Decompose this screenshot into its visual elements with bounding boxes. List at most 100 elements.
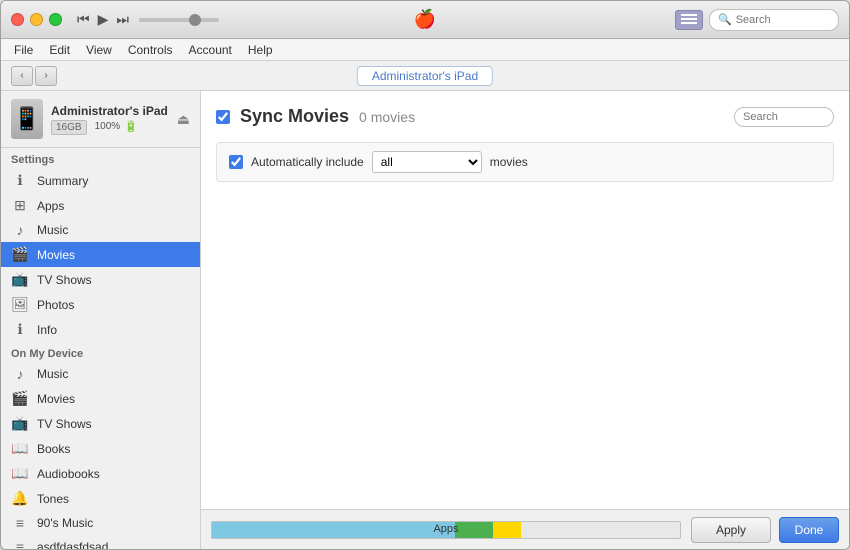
storage-bar: Apps bbox=[211, 521, 681, 539]
menu-edit[interactable]: Edit bbox=[41, 43, 78, 57]
sidebar-item-label: Apps bbox=[37, 199, 64, 213]
sidebar-item-d-asdfdas[interactable]: ≡ asdfdasfdsad bbox=[1, 535, 200, 549]
itunes-window: ⏮ ▶ ⏭ 🍎 🔍 File Edit bbox=[0, 0, 850, 550]
content-body: Sync Movies 0 movies Automatically inclu… bbox=[201, 91, 849, 509]
info-icon: ℹ bbox=[11, 321, 29, 338]
view-toggle: 🔍 bbox=[675, 9, 839, 31]
photos-icon: 🖼 bbox=[11, 296, 29, 313]
sidebar-item-d-tvshows[interactable]: 📺 TV Shows bbox=[1, 411, 200, 436]
sidebar-item-d-90smusic[interactable]: ≡ 90's Music bbox=[1, 511, 200, 535]
search-icon: 🔍 bbox=[718, 13, 732, 26]
storage-label: Apps bbox=[433, 523, 458, 535]
title-bar: ⏮ ▶ ⏭ 🍎 🔍 bbox=[1, 1, 849, 39]
apps-icon: ⊞ bbox=[11, 197, 29, 214]
auto-include-label: Automatically include bbox=[251, 155, 364, 169]
menu-account[interactable]: Account bbox=[181, 43, 240, 57]
sidebar-item-movies[interactable]: 🎬 Movies bbox=[1, 242, 200, 267]
sidebar-item-label: Music bbox=[37, 367, 68, 381]
sidebar-item-photos[interactable]: 🖼 Photos bbox=[1, 292, 200, 317]
sidebar-item-label: Books bbox=[37, 442, 70, 456]
d-music-icon: ♪ bbox=[11, 366, 29, 382]
main-area: 📱 Administrator's iPad 16GB 100% 🔋 ⏏ Set… bbox=[1, 91, 849, 549]
search-movies-input[interactable] bbox=[734, 107, 834, 127]
content-area: Sync Movies 0 movies Automatically inclu… bbox=[201, 91, 849, 549]
play-button[interactable]: ▶ bbox=[98, 11, 109, 28]
nav-arrows: ‹ › bbox=[11, 66, 57, 86]
d-audiobooks-icon: 📖 bbox=[11, 465, 29, 482]
sidebar-item-tvshows[interactable]: 📺 TV Shows bbox=[1, 267, 200, 292]
sidebar-item-info[interactable]: ℹ Info bbox=[1, 317, 200, 342]
list-view-button[interactable] bbox=[675, 10, 703, 30]
sidebar-item-label: Audiobooks bbox=[37, 467, 100, 481]
device-info: 📱 Administrator's iPad 16GB 100% 🔋 ⏏ bbox=[1, 91, 200, 148]
menu-help[interactable]: Help bbox=[240, 43, 281, 57]
bottom-bar: Apps Apply Done bbox=[201, 509, 849, 549]
summary-icon: ℹ bbox=[11, 172, 29, 189]
menu-file[interactable]: File bbox=[6, 43, 41, 57]
next-button[interactable]: ⏭ bbox=[116, 11, 129, 28]
storage-segment-other bbox=[493, 522, 521, 538]
d-asdfdas-icon: ≡ bbox=[11, 539, 29, 549]
sidebar-item-d-books[interactable]: 📖 Books bbox=[1, 436, 200, 461]
search-box[interactable]: 🔍 bbox=[709, 9, 839, 31]
eject-icon[interactable]: ⏏ bbox=[177, 111, 190, 128]
device-tab[interactable]: Administrator's iPad bbox=[357, 66, 493, 86]
nav-bar: ‹ › Administrator's iPad bbox=[1, 61, 849, 91]
battery-indicator: 100% bbox=[95, 121, 121, 132]
auto-include-select[interactable]: all 1 most recent 2 most recent 3 most r… bbox=[372, 151, 482, 173]
forward-button[interactable]: › bbox=[35, 66, 57, 86]
auto-suffix: movies bbox=[490, 155, 528, 169]
prev-button[interactable]: ⏮ bbox=[77, 11, 90, 28]
progress-track bbox=[139, 18, 219, 22]
menu-view[interactable]: View bbox=[78, 43, 120, 57]
sidebar-item-music[interactable]: ♪ Music bbox=[1, 218, 200, 242]
on-my-device-label: On My Device bbox=[1, 342, 200, 362]
window-controls bbox=[11, 13, 62, 26]
sidebar-item-summary[interactable]: ℹ Summary bbox=[1, 168, 200, 193]
sync-title: Sync Movies bbox=[240, 106, 349, 127]
sync-checkbox[interactable] bbox=[216, 110, 230, 124]
progress-thumb bbox=[189, 14, 201, 26]
sidebar-item-label: Tones bbox=[37, 492, 69, 506]
search-input[interactable] bbox=[736, 14, 836, 26]
storage-segment-apps bbox=[212, 522, 455, 538]
close-button[interactable] bbox=[11, 13, 24, 26]
sidebar-item-d-tones[interactable]: 🔔 Tones bbox=[1, 486, 200, 511]
battery-icon: 🔋 bbox=[124, 120, 138, 133]
sync-count: 0 movies bbox=[359, 109, 415, 125]
sidebar-item-label: Photos bbox=[37, 298, 74, 312]
sidebar-item-apps[interactable]: ⊞ Apps bbox=[1, 193, 200, 218]
sidebar-item-d-audiobooks[interactable]: 📖 Audiobooks bbox=[1, 461, 200, 486]
sidebar-item-label: Summary bbox=[37, 174, 88, 188]
sidebar-item-label: Movies bbox=[37, 248, 75, 262]
playback-controls: ⏮ ▶ ⏭ bbox=[77, 11, 129, 28]
done-button[interactable]: Done bbox=[779, 517, 839, 543]
back-button[interactable]: ‹ bbox=[11, 66, 33, 86]
sidebar-item-label: TV Shows bbox=[37, 273, 92, 287]
d-tvshows-icon: 📺 bbox=[11, 415, 29, 432]
minimize-button[interactable] bbox=[30, 13, 43, 26]
apple-logo: 🍎 bbox=[414, 9, 436, 30]
progress-bar-area[interactable] bbox=[139, 18, 219, 22]
sync-header: Sync Movies 0 movies bbox=[216, 106, 834, 127]
tvshows-icon: 📺 bbox=[11, 271, 29, 288]
music-icon: ♪ bbox=[11, 222, 29, 238]
sidebar-item-label: Info bbox=[37, 323, 57, 337]
sidebar-item-label: asdfdasfdsad bbox=[37, 540, 108, 549]
sidebar-item-label: Music bbox=[37, 223, 68, 237]
storage-segment-music bbox=[455, 522, 492, 538]
sidebar-item-d-music[interactable]: ♪ Music bbox=[1, 362, 200, 386]
sidebar-item-d-movies[interactable]: 🎬 Movies bbox=[1, 386, 200, 411]
storage-segment-free bbox=[521, 522, 680, 538]
menu-controls[interactable]: Controls bbox=[120, 43, 181, 57]
maximize-button[interactable] bbox=[49, 13, 62, 26]
d-books-icon: 📖 bbox=[11, 440, 29, 457]
d-90smusic-icon: ≡ bbox=[11, 515, 29, 531]
menu-bar: File Edit View Controls Account Help bbox=[1, 39, 849, 61]
movies-icon: 🎬 bbox=[11, 246, 29, 263]
auto-include-checkbox[interactable] bbox=[229, 155, 243, 169]
sidebar: 📱 Administrator's iPad 16GB 100% 🔋 ⏏ Set… bbox=[1, 91, 201, 549]
d-movies-icon: 🎬 bbox=[11, 390, 29, 407]
settings-section-label: Settings bbox=[1, 148, 200, 168]
apply-button[interactable]: Apply bbox=[691, 517, 771, 543]
